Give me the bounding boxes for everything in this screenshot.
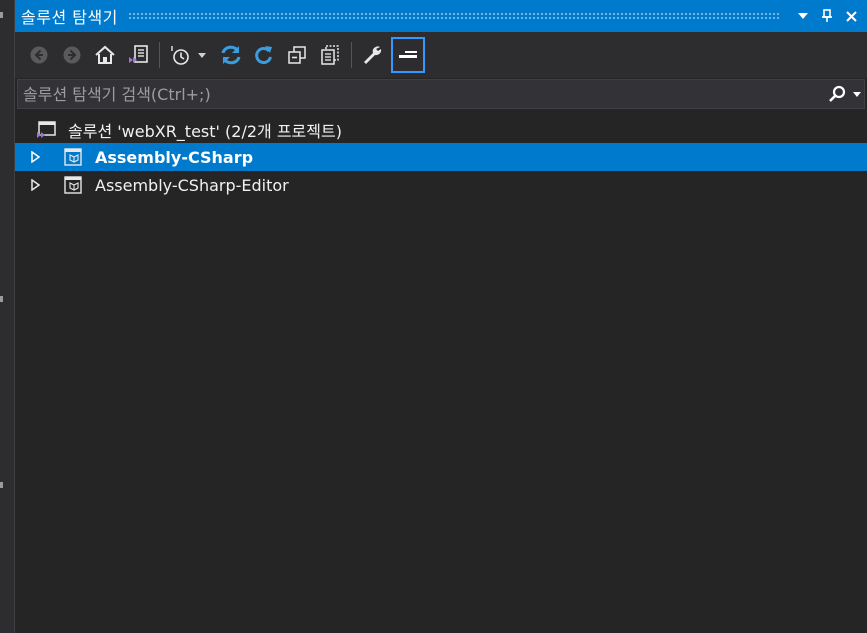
panel-title: 솔루션 탐색기 [21, 8, 118, 27]
sync-icon [221, 45, 241, 65]
close-icon [845, 10, 857, 22]
toolbar-separator [351, 42, 352, 68]
tree-item-project[interactable]: Assembly-CSharp-Editor [15, 171, 867, 199]
chevron-right-icon [30, 151, 40, 163]
show-all-files-icon [321, 45, 339, 65]
toolbar [15, 32, 867, 78]
search-input[interactable] [18, 80, 824, 108]
search-icon [829, 85, 846, 102]
expand-toggle[interactable] [28, 150, 42, 164]
left-dock-strip [0, 0, 15, 633]
panel-titlebar[interactable]: 솔루션 탐색기 [15, 0, 867, 32]
tree-item-project[interactable]: Assembly-CSharp [15, 143, 867, 171]
sync-with-active-document-button[interactable] [217, 40, 245, 70]
collapse-all-icon [288, 46, 306, 64]
chevron-down-icon [798, 13, 808, 19]
left-strip-tick [0, 482, 3, 488]
properties-button[interactable] [358, 40, 386, 70]
chevron-right-icon [30, 179, 40, 191]
switch-views-icon [129, 45, 148, 63]
toolbar-separator [159, 42, 160, 68]
window-position-button[interactable] [791, 4, 815, 28]
search-box[interactable] [17, 79, 865, 109]
preview-icon [399, 51, 417, 58]
show-all-files-button[interactable] [316, 40, 344, 70]
home-button[interactable] [91, 40, 119, 70]
left-strip-tick [0, 296, 3, 302]
left-strip-tick [0, 12, 3, 18]
clock-icon [171, 46, 189, 65]
forward-button[interactable] [58, 40, 86, 70]
chevron-down-icon [198, 52, 206, 58]
switch-views-button[interactable] [124, 40, 152, 70]
csharp-project-icon [63, 147, 83, 167]
pending-changes-filter-button[interactable] [166, 40, 194, 70]
expand-toggle[interactable] [28, 178, 42, 192]
wrench-icon [364, 46, 382, 64]
auto-hide-button[interactable] [815, 4, 839, 28]
chevron-down-icon [853, 91, 861, 97]
pin-icon [822, 9, 832, 22]
project-label: Assembly-CSharp [95, 147, 254, 167]
csharp-project-icon [63, 175, 83, 195]
home-icon [95, 45, 115, 64]
pending-changes-filter-dropdown[interactable] [193, 40, 211, 70]
project-label: Assembly-CSharp-Editor [95, 175, 289, 195]
close-button[interactable] [839, 4, 863, 28]
search-options-dropdown[interactable] [850, 80, 864, 108]
preview-selected-items-button[interactable] [391, 37, 425, 73]
refresh-icon [255, 46, 272, 64]
visual-studio-solution-icon [36, 120, 56, 140]
collapse-all-button[interactable] [283, 40, 311, 70]
forward-arrow-icon [63, 46, 81, 64]
refresh-button[interactable] [250, 40, 278, 70]
back-arrow-icon [30, 46, 48, 64]
title-grip[interactable] [127, 11, 781, 21]
solution-explorer-panel: 솔루션 탐색기 솔루션 탐색기 검색(Ctrl+;) 솔루션 'webXR_te… [15, 0, 867, 633]
tree-item-solution[interactable]: 솔루션 'webXR_test' (2/2개 프로젝트) [15, 116, 867, 144]
back-button[interactable] [25, 40, 53, 70]
search-button[interactable] [824, 80, 850, 108]
solution-label: 솔루션 'webXR_test' (2/2개 프로젝트) [68, 122, 342, 141]
